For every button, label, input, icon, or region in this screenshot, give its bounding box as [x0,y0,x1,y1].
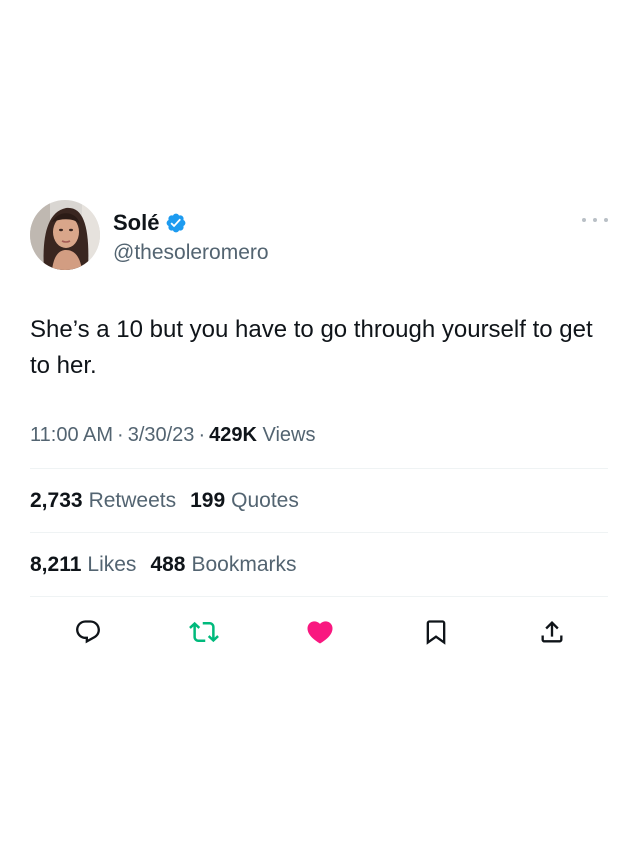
bookmark-button[interactable] [421,617,451,647]
tweet-time[interactable]: 11:00 AM [30,424,113,446]
more-dot-icon [593,218,597,222]
more-dot-icon [582,218,586,222]
avatar-image [30,200,100,270]
bookmark-icon [426,620,446,645]
avatar[interactable] [30,200,100,270]
tweet-card: Solé @thesoleromero She’s a 10 but you h… [30,200,608,663]
likes-bookmarks-row: 8,211 Likes 488 Bookmarks [30,533,608,597]
more-options-button[interactable] [582,210,608,230]
quotes-count: 199 [190,488,226,512]
share-icon [541,621,563,643]
action-bar [30,597,608,663]
like-icon [307,621,333,644]
views-label: Views [262,424,316,446]
likes-label: Likes [87,552,137,576]
reply-button[interactable] [73,617,103,647]
bookmarks-stat[interactable]: 488 Bookmarks [150,553,296,577]
retweets-count: 2,733 [30,488,83,512]
tweet-header: Solé @thesoleromero [30,200,608,274]
share-button[interactable] [537,617,567,647]
verified-badge-icon [165,212,187,234]
retweet-icon [189,621,219,643]
quotes-stat[interactable]: 199 Quotes [190,489,299,513]
meta-separator: · [117,424,124,446]
bookmarks-count: 488 [150,552,186,576]
meta-separator: · [198,424,206,446]
retweets-stat[interactable]: 2,733 Retweets [30,489,176,513]
likes-stat[interactable]: 8,211 Likes [30,553,136,577]
author-display-name[interactable]: Solé [113,210,159,236]
views-count: 429K [209,424,257,446]
reply-icon [76,620,100,644]
more-dot-icon [604,218,608,222]
tweet-meta: 11:00 AM · 3/30/23 · 429K Views [30,422,608,469]
likes-count: 8,211 [30,552,82,576]
retweets-quotes-row: 2,733 Retweets 199 Quotes [30,469,608,533]
tweet-date[interactable]: 3/30/23 [128,424,195,446]
bookmarks-label: Bookmarks [191,552,297,576]
retweet-button[interactable] [189,617,219,647]
quotes-label: Quotes [231,488,299,512]
tweet-text: She’s a 10 but you have to go through yo… [30,316,593,379]
author-name-row: Solé [113,210,187,236]
like-button[interactable] [305,617,335,647]
retweets-label: Retweets [88,488,177,512]
author-handle[interactable]: @thesoleromero [113,240,269,266]
